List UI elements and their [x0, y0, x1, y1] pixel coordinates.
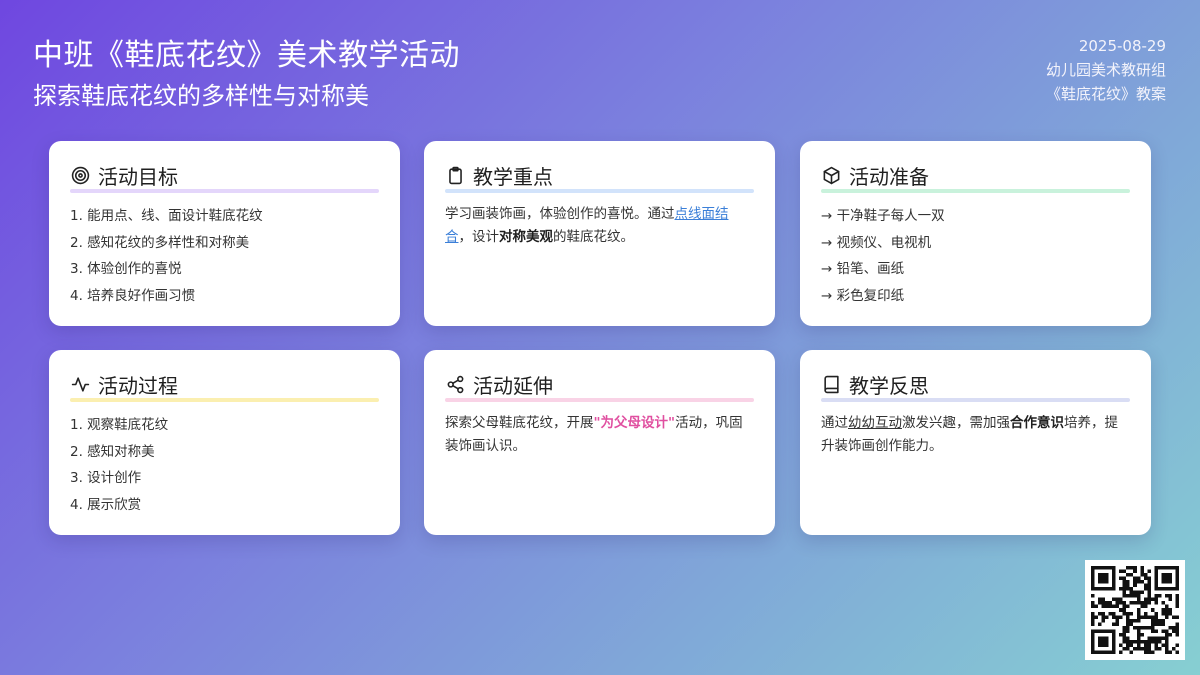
- list-item: 3. 设计创作: [70, 470, 142, 487]
- share-icon: [445, 374, 465, 394]
- page-title: 中班《鞋底花纹》美术教学活动: [33, 38, 460, 73]
- list-item: 1. 观察鞋底花纹: [70, 417, 169, 433]
- group-label: 幼儿园美术教研组: [1045, 61, 1166, 79]
- doc-label: 《鞋底花纹》教案: [1045, 85, 1166, 103]
- list-item: → 彩色复印纸: [821, 288, 905, 305]
- card-prep-header: 活动准备: [821, 161, 1130, 193]
- list-item: → 铅笔、画纸: [821, 261, 905, 278]
- card-reflection-header: 教学反思: [821, 370, 1130, 402]
- card-extension-header: 活动延伸: [445, 370, 754, 402]
- box-icon: [821, 165, 841, 185]
- list-item: 4. 培养良好作画习惯: [70, 288, 196, 305]
- title-underline: [445, 189, 754, 193]
- reflection-text: 通过幼幼互动激发兴趣，需加强合作意识培养，提升装饰画创作能力。: [821, 412, 1131, 458]
- text-part: 学习画装饰画，体验创作的喜悦。通过: [445, 206, 675, 222]
- title-underline: [70, 189, 379, 193]
- list-item: → 干净鞋子每人一双: [821, 208, 945, 224]
- card-extension-title: 活动延伸: [473, 373, 553, 398]
- target-icon: [70, 165, 90, 185]
- card-process-header: 活动过程: [70, 370, 379, 402]
- card-extension: 活动延伸 探索父母鞋底花纹，开展"为父母设计"活动，巩固装饰画认识。: [424, 350, 775, 535]
- list-item: 2. 感知花纹的多样性和对称美: [70, 234, 250, 251]
- activity-icon: [70, 374, 90, 394]
- card-focus-header: 教学重点: [445, 161, 754, 193]
- list-item: 3. 体验创作的喜悦: [70, 261, 182, 278]
- extension-text: 探索父母鞋底花纹，开展"为父母设计"活动，巩固装饰画认识。: [445, 412, 755, 458]
- qr-code-icon: [1085, 560, 1185, 660]
- card-goals-title: 活动目标: [98, 164, 178, 189]
- bold-text: 对称美观: [499, 229, 553, 245]
- card-process-title: 活动过程: [98, 373, 178, 398]
- title-underline: [821, 398, 1130, 402]
- list-item: → 视频仪、电视机: [821, 234, 932, 251]
- date-label: 2025-08-29: [1078, 37, 1166, 55]
- card-goals: 活动目标 1. 能用点、线、面设计鞋底花纹 2. 感知花纹的多样性和对称美 3.…: [49, 141, 400, 326]
- card-reflection-title: 教学反思: [849, 373, 929, 398]
- text-part: 探索父母鞋底花纹，开展: [445, 415, 594, 431]
- list-item: 1. 能用点、线、面设计鞋底花纹: [70, 208, 263, 224]
- title-underline: [70, 398, 379, 402]
- text-part: ，设计: [458, 229, 500, 245]
- card-prep-title: 活动准备: [849, 164, 929, 189]
- clipboard-icon: [445, 165, 465, 185]
- card-prep: 活动准备 → 干净鞋子每人一双 → 视频仪、电视机 → 铅笔、画纸 → 彩色复印…: [800, 141, 1151, 326]
- page-subtitle: 探索鞋底花纹的多样性与对称美: [33, 82, 369, 110]
- list-item: 4. 展示欣赏: [70, 497, 142, 514]
- underlined-text: 幼幼互动: [848, 415, 902, 431]
- card-focus-title: 教学重点: [473, 164, 553, 189]
- card-reflection: 教学反思 通过幼幼互动激发兴趣，需加强合作意识培养，提升装饰画创作能力。: [800, 350, 1151, 535]
- qr-code-graphic: [1091, 566, 1179, 654]
- card-focus: 教学重点 学习画装饰画，体验创作的喜悦。通过点线面结合，设计对称美观的鞋底花纹。: [424, 141, 775, 326]
- header-meta: 2025-08-29 幼儿园美术教研组 《鞋底花纹》教案: [1046, 34, 1166, 106]
- book-icon: [821, 374, 841, 394]
- title-underline: [821, 189, 1130, 193]
- focus-text: 学习画装饰画，体验创作的喜悦。通过点线面结合，设计对称美观的鞋底花纹。: [445, 203, 755, 249]
- text-part: 的鞋底花纹。: [553, 229, 634, 245]
- process-list: 1. 观察鞋底花纹 2. 感知对称美 3. 设计创作 4. 展示欣赏: [70, 412, 380, 519]
- card-process: 活动过程 1. 观察鞋底花纹 2. 感知对称美 3. 设计创作 4. 展示欣赏: [49, 350, 400, 535]
- list-item: 2. 感知对称美: [70, 443, 155, 460]
- bold-text: 合作意识: [1010, 415, 1064, 431]
- card-goals-header: 活动目标: [70, 161, 379, 193]
- title-underline: [445, 398, 754, 402]
- goals-list: 1. 能用点、线、面设计鞋底花纹 2. 感知花纹的多样性和对称美 3. 体验创作…: [70, 203, 380, 310]
- prep-list: → 干净鞋子每人一双 → 视频仪、电视机 → 铅笔、画纸 → 彩色复印纸: [821, 203, 1131, 310]
- text-part: 通过: [821, 415, 848, 431]
- highlight-text: "为父母设计": [593, 415, 676, 431]
- text-part: 激发兴趣，需加强: [902, 415, 1010, 431]
